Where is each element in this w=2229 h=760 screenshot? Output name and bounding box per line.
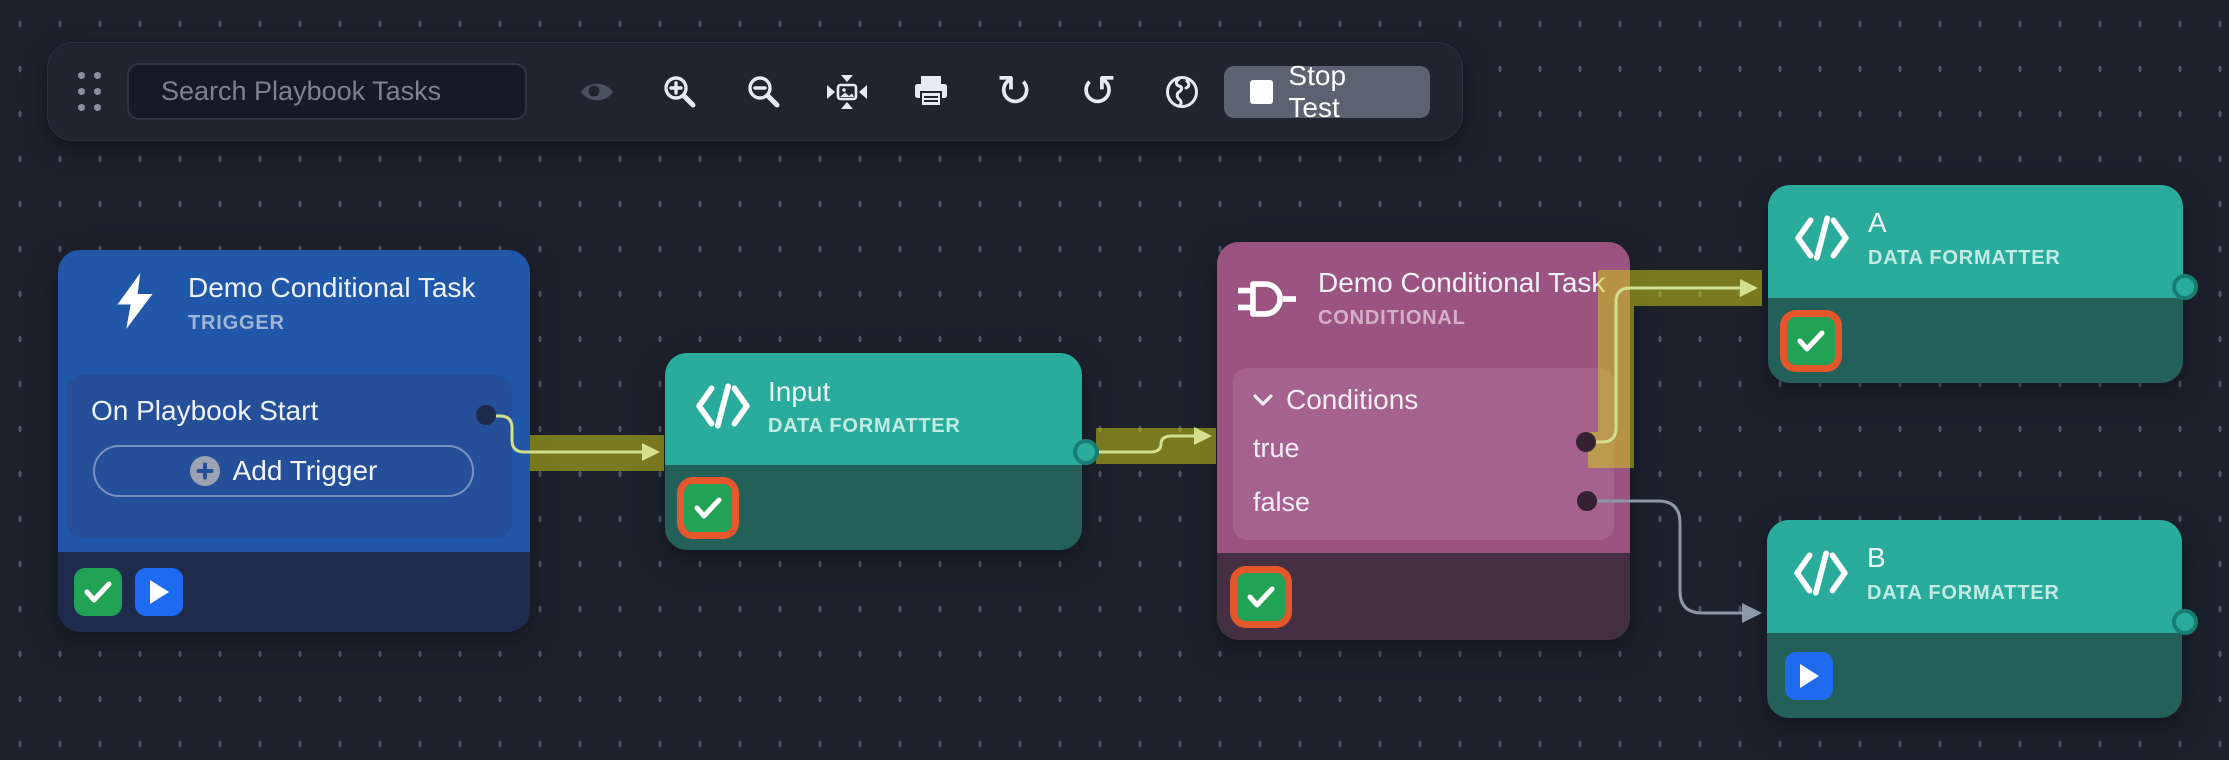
- edge-input-to-conditional: [1098, 436, 1194, 452]
- node-a-type: DATA FORMATTER: [1868, 247, 2061, 270]
- check-icon: [1247, 586, 1275, 608]
- fit-view-button[interactable]: [806, 60, 890, 124]
- logic-gate-icon: [1238, 276, 1296, 322]
- node-b-title: B: [1867, 542, 1886, 574]
- zoom-out-button[interactable]: [722, 60, 806, 124]
- play-icon: [148, 579, 170, 605]
- check-icon: [694, 497, 722, 519]
- fit-view-icon: [827, 75, 867, 109]
- stop-icon: [1250, 80, 1274, 104]
- node-trigger-body: Demo Conditional Task TRIGGER On Playboo…: [58, 250, 530, 552]
- lightning-icon: [114, 272, 156, 330]
- conditions-label: Conditions: [1286, 384, 1418, 416]
- search-box[interactable]: [127, 63, 527, 120]
- play-icon: [1798, 663, 1820, 689]
- add-trigger-label: Add Trigger: [233, 455, 378, 487]
- globe-icon: [1165, 75, 1199, 109]
- node-a-selected-success-badge[interactable]: [1780, 310, 1842, 372]
- playbook-canvas[interactable]: ↻ ↺ Stop Test Demo Conditional Task TRIG…: [0, 0, 2229, 760]
- conditions-collapse-toggle[interactable]: Conditions: [1253, 384, 1594, 416]
- stop-test-button[interactable]: Stop Test: [1224, 66, 1430, 118]
- trigger-run-badge[interactable]: [135, 568, 183, 616]
- trigger-event-row[interactable]: On Playbook Start: [91, 395, 488, 427]
- node-trigger-title: Demo Conditional Task: [188, 272, 475, 304]
- chevron-down-icon: [1253, 394, 1273, 406]
- node-conditional[interactable]: Demo Conditional Task CONDITIONAL Condit…: [1217, 242, 1630, 640]
- search-input[interactable]: [159, 75, 517, 108]
- redo-button[interactable]: ↻: [973, 60, 1057, 124]
- undo-button[interactable]: ↺: [1056, 60, 1140, 124]
- conditional-selected-success-badge[interactable]: [1230, 566, 1292, 628]
- node-a-body: A DATA FORMATTER: [1768, 185, 2183, 298]
- arrow-false-to-node-b: [1742, 603, 1762, 623]
- globe-button[interactable]: [1140, 60, 1224, 124]
- check-icon: [84, 581, 112, 603]
- node-a[interactable]: A DATA FORMATTER: [1768, 185, 2183, 383]
- code-icon: [1793, 550, 1849, 596]
- node-conditional-title: Demo Conditional Task: [1318, 267, 1605, 299]
- node-trigger[interactable]: Demo Conditional Task TRIGGER On Playboo…: [58, 250, 530, 632]
- branch-false-row[interactable]: false: [1253, 487, 1594, 518]
- arrow-input-to-conditional: [1194, 427, 1212, 445]
- node-input-body: Input DATA FORMATTER: [665, 353, 1082, 465]
- node-input-footer: [665, 465, 1082, 550]
- node-b[interactable]: B DATA FORMATTER: [1767, 520, 2182, 718]
- zoom-out-icon: [747, 75, 781, 109]
- toolbar-drag-handle-icon[interactable]: [78, 72, 101, 111]
- input-selected-success-badge[interactable]: [677, 477, 739, 539]
- plus-circle-icon: [190, 456, 220, 486]
- code-icon: [1794, 215, 1850, 261]
- node-trigger-footer: [58, 552, 530, 632]
- code-icon: [695, 383, 751, 429]
- node-a-title: A: [1868, 207, 1887, 239]
- add-trigger-button[interactable]: Add Trigger: [93, 445, 474, 497]
- zoom-in-icon: [663, 75, 697, 109]
- node-trigger-type: TRIGGER: [188, 312, 285, 335]
- node-conditional-body: Demo Conditional Task CONDITIONAL Condit…: [1217, 242, 1630, 553]
- node-input[interactable]: Input DATA FORMATTER: [665, 353, 1082, 550]
- undo-icon: ↺: [1080, 70, 1117, 114]
- eye-icon: [579, 79, 615, 105]
- redo-icon: ↻: [996, 70, 1033, 114]
- trigger-list-panel: On Playbook Start Add Trigger: [67, 375, 512, 538]
- toggle-visibility-button[interactable]: [555, 60, 639, 124]
- arrow-true-to-node-a: [1740, 279, 1758, 297]
- print-button[interactable]: [889, 60, 973, 124]
- node-b-footer: [1767, 633, 2182, 718]
- branch-true-row[interactable]: true: [1253, 433, 1594, 464]
- node-input-type: DATA FORMATTER: [768, 415, 961, 438]
- conditions-panel: Conditions true false: [1233, 368, 1614, 540]
- node-b-body: B DATA FORMATTER: [1767, 520, 2182, 633]
- stop-test-label: Stop Test: [1288, 60, 1404, 124]
- node-a-footer: [1768, 298, 2183, 383]
- node-b-type: DATA FORMATTER: [1867, 582, 2060, 605]
- arrow-trigger-to-input: [642, 443, 660, 461]
- zoom-in-button[interactable]: [639, 60, 723, 124]
- printer-icon: [914, 75, 948, 109]
- node-conditional-footer: [1217, 553, 1630, 640]
- node-input-title: Input: [768, 376, 830, 408]
- check-icon: [1797, 330, 1825, 352]
- trigger-success-badge[interactable]: [74, 568, 122, 616]
- node-b-run-badge[interactable]: [1785, 652, 1833, 700]
- node-conditional-type: CONDITIONAL: [1318, 307, 1466, 330]
- canvas-toolbar: ↻ ↺ Stop Test: [47, 42, 1463, 141]
